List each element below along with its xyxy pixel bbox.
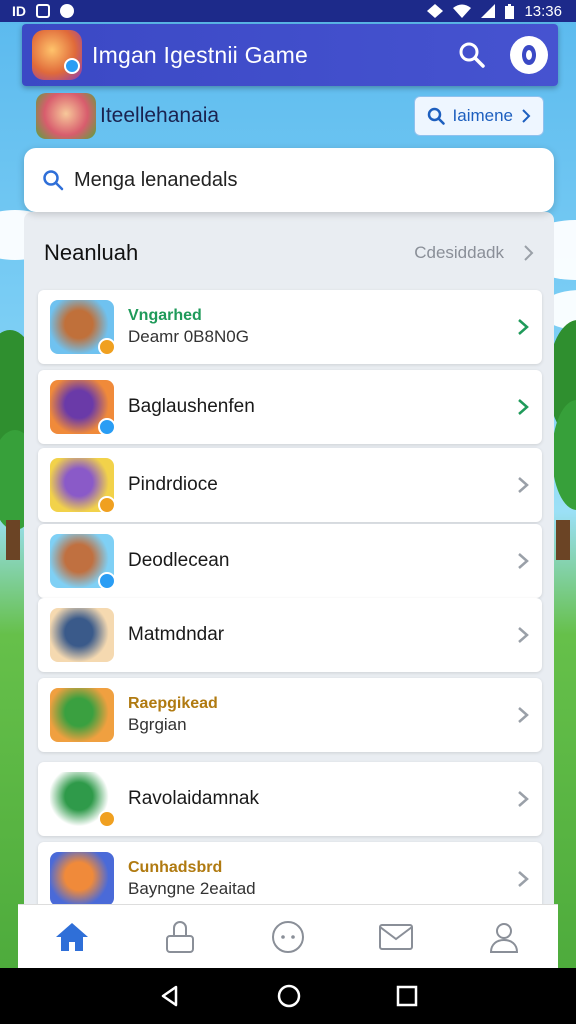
status-bar: ID 13:36 bbox=[0, 0, 576, 22]
subheader: Iteellehanaia Iaimene bbox=[36, 92, 544, 140]
search-icon bbox=[427, 107, 445, 125]
chevron-right-icon bbox=[518, 477, 529, 493]
chevron-right-icon bbox=[518, 399, 529, 415]
game-text: Pindrdioce bbox=[128, 474, 516, 496]
nav-home[interactable] bbox=[42, 907, 102, 967]
section-see-all-link[interactable]: Cdesiddadk bbox=[414, 243, 504, 263]
thumbnail-badge bbox=[98, 572, 116, 590]
game-mascot bbox=[36, 93, 96, 139]
game-list-item[interactable]: Baglaushenfen bbox=[38, 370, 542, 444]
thumbnail-badge bbox=[98, 810, 116, 828]
thumbnail-badge bbox=[98, 418, 116, 436]
game-text: Baglaushenfen bbox=[128, 396, 516, 418]
nav-mail[interactable] bbox=[366, 907, 426, 967]
location-icon bbox=[60, 4, 74, 18]
game-title: Vngarhed bbox=[128, 307, 202, 324]
subheader-title: Iteellehanaia bbox=[100, 104, 220, 127]
system-nav-bar bbox=[0, 968, 576, 1024]
app-title: Imgan Igestnii Game bbox=[92, 41, 309, 68]
chevron-right-icon bbox=[518, 319, 529, 335]
game-title: Matmdndar bbox=[128, 624, 225, 645]
game-text: Deodlecean bbox=[128, 550, 516, 572]
thumbnail-badge bbox=[98, 496, 116, 514]
home-icon bbox=[56, 922, 88, 951]
subheader-button-label: Iaimene bbox=[452, 106, 513, 125]
signal-icon bbox=[427, 4, 444, 18]
profile-icon bbox=[489, 922, 519, 953]
chevron-right-icon bbox=[518, 553, 529, 569]
chevron-right-icon bbox=[518, 707, 529, 723]
mail-icon bbox=[379, 923, 413, 950]
game-thumbnail bbox=[50, 608, 114, 662]
search-icon bbox=[459, 42, 485, 68]
nav-chat[interactable] bbox=[258, 907, 318, 967]
cell-signal-icon bbox=[481, 4, 496, 18]
game-thumbnail bbox=[50, 380, 116, 436]
game-thumbnail bbox=[50, 852, 114, 906]
game-thumbnail bbox=[50, 458, 116, 514]
account-icon bbox=[522, 45, 536, 65]
chevron-right-icon[interactable] bbox=[522, 244, 534, 262]
section-header: Neanluah Cdesiddadk bbox=[44, 232, 534, 274]
game-subtitle: Bgrgian bbox=[128, 715, 187, 734]
store-icon bbox=[166, 920, 194, 953]
clock: 13:36 bbox=[524, 2, 562, 20]
nav-profile[interactable] bbox=[474, 907, 534, 967]
game-title: Raepgikead bbox=[128, 695, 218, 712]
game-thumbnail bbox=[50, 300, 116, 356]
subheader-action-button[interactable]: Iaimene bbox=[413, 96, 544, 136]
game-subtitle: Bayngne 2eaitad bbox=[128, 879, 256, 898]
game-text: Ravolaidamnak bbox=[128, 788, 516, 810]
home-circle-icon[interactable] bbox=[277, 984, 301, 1008]
game-thumbnail bbox=[50, 688, 114, 742]
game-title: Cunhadsbrd bbox=[128, 859, 223, 876]
notification-icon bbox=[36, 4, 50, 18]
game-subtitle: Deamr 0B8N0G bbox=[128, 327, 249, 346]
wifi-icon bbox=[453, 4, 472, 18]
chevron-right-icon bbox=[518, 871, 529, 887]
game-text: Vngarhed Deamr 0B8N0G bbox=[128, 307, 516, 347]
game-list-item[interactable]: Vngarhed Deamr 0B8N0G bbox=[38, 290, 542, 364]
chevron-right-icon bbox=[518, 791, 529, 807]
profile-button[interactable] bbox=[510, 36, 548, 74]
chevron-right-icon bbox=[518, 627, 529, 643]
game-title: Ravolaidamnak bbox=[128, 788, 259, 809]
search-text: Menga lenanedals bbox=[74, 168, 238, 191]
game-list-item[interactable]: Deodlecean bbox=[38, 524, 542, 598]
bottom-nav bbox=[18, 904, 558, 968]
game-title: Pindrdioce bbox=[128, 474, 218, 495]
search-icon bbox=[43, 170, 64, 191]
section-title: Neanluah bbox=[44, 240, 139, 265]
game-list-item[interactable]: Raepgikead Bgrgian bbox=[38, 678, 542, 752]
recents-icon[interactable] bbox=[396, 985, 418, 1007]
game-list-item[interactable]: Matmdndar bbox=[38, 598, 542, 672]
back-icon[interactable] bbox=[158, 984, 182, 1008]
game-list-item[interactable]: Pindrdioce bbox=[38, 448, 542, 522]
search-input[interactable]: Menga lenanedals bbox=[24, 148, 554, 212]
battery-icon bbox=[505, 3, 515, 19]
game-thumbnail bbox=[50, 772, 116, 828]
game-text: Matmdndar bbox=[128, 624, 516, 646]
game-text: Cunhadsbrd Bayngne 2eaitad bbox=[128, 859, 516, 899]
app-logo bbox=[32, 30, 82, 80]
chat-icon bbox=[272, 920, 304, 953]
game-title: Baglaushenfen bbox=[128, 396, 255, 417]
thumbnail-badge bbox=[98, 338, 116, 356]
chevron-right-icon bbox=[522, 109, 531, 123]
game-title: Deodlecean bbox=[128, 550, 230, 571]
search-button[interactable] bbox=[452, 35, 492, 75]
game-text: Raepgikead Bgrgian bbox=[128, 695, 516, 735]
app-bar: Imgan Igestnii Game bbox=[22, 24, 558, 86]
game-list-item[interactable]: Ravolaidamnak bbox=[38, 762, 542, 836]
nav-store[interactable] bbox=[150, 907, 210, 967]
game-thumbnail bbox=[50, 534, 116, 590]
